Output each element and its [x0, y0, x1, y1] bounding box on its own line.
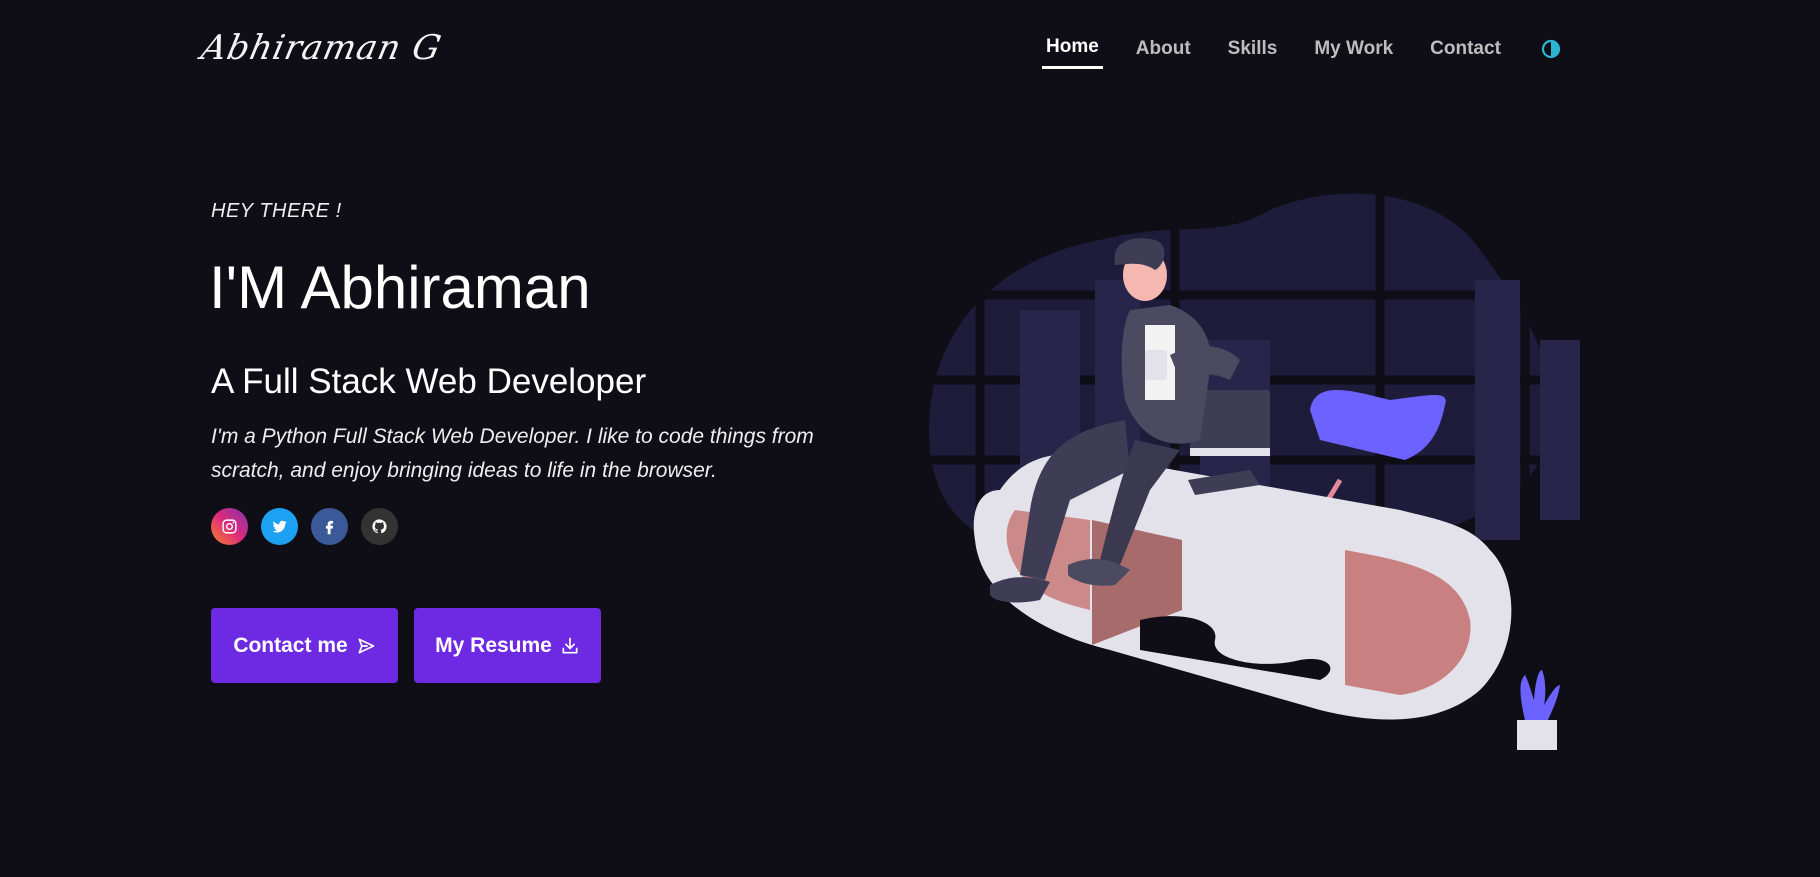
my-resume-button[interactable]: My Resume [414, 608, 601, 683]
social-links [211, 508, 411, 545]
site-logo[interactable]: Abhiraman G [198, 28, 446, 68]
nav-my-work[interactable]: My Work [1314, 38, 1393, 68]
developer-illustration [925, 190, 1580, 750]
main-nav: Home About Skills My Work Contact [1042, 36, 1562, 69]
theme-toggle-icon[interactable] [1540, 38, 1562, 60]
nav-skills[interactable]: Skills [1228, 38, 1278, 68]
contact-me-button[interactable]: Contact me [211, 608, 398, 683]
twitter-icon[interactable] [261, 508, 298, 545]
contact-me-label: Contact me [233, 633, 348, 657]
greeting-text: HEY THERE ! [211, 200, 342, 222]
nav-home[interactable]: Home [1042, 36, 1103, 69]
send-icon [358, 638, 375, 653]
hero-name: I'M Abhiraman [209, 254, 591, 321]
download-icon [562, 637, 578, 653]
hero-role: A Full Stack Web Developer [211, 362, 647, 401]
nav-contact[interactable]: Contact [1430, 38, 1501, 68]
github-icon[interactable] [361, 508, 398, 545]
facebook-icon[interactable] [311, 508, 348, 545]
nav-about[interactable]: About [1136, 38, 1191, 68]
hero-description: I'm a Python Full Stack Web Developer. I… [211, 425, 814, 482]
my-resume-label: My Resume [435, 633, 552, 657]
instagram-icon[interactable] [211, 508, 248, 545]
